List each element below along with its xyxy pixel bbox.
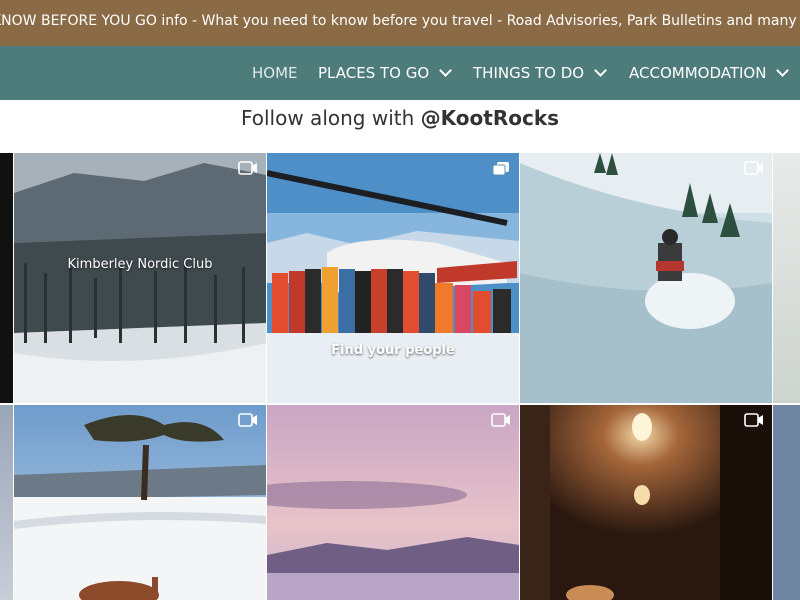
chevron-down-icon xyxy=(439,64,453,77)
instagram-post[interactable] xyxy=(520,405,772,600)
instagram-feed-heading: Follow along with @KootRocks xyxy=(0,106,800,130)
nav-home[interactable]: HOME xyxy=(252,64,298,82)
nav-places-label: PLACES TO GO xyxy=(318,64,430,82)
post-image xyxy=(14,153,266,403)
video-icon xyxy=(744,413,763,427)
nav-places-to-go[interactable]: PLACES TO GO xyxy=(318,64,453,82)
video-icon xyxy=(238,413,257,427)
post-image xyxy=(267,405,519,600)
heading-prefix: Follow along with xyxy=(240,106,421,130)
instagram-feed-grid: Kimberley Nordic Club Find your people xyxy=(0,153,800,600)
instagram-post[interactable] xyxy=(267,405,519,600)
nav-accommodation[interactable]: ACCOMMODATION xyxy=(629,64,790,82)
nav-things-to-do[interactable]: THINGS TO DO xyxy=(473,64,607,82)
chevron-down-icon xyxy=(594,64,607,77)
instagram-post-partial[interactable] xyxy=(0,405,13,600)
post-image xyxy=(267,153,519,403)
instagram-post[interactable]: Kimberley Nordic Club xyxy=(14,153,266,403)
video-icon xyxy=(491,413,510,427)
instagram-post-partial[interactable] xyxy=(0,153,13,403)
nav-accommodation-label: ACCOMMODATION xyxy=(629,64,767,82)
carousel-icon xyxy=(492,162,509,175)
instagram-post-partial[interactable] xyxy=(773,405,800,600)
nav-things-label: THINGS TO DO xyxy=(473,64,585,82)
main-navbar: HOME PLACES TO GO THINGS TO DO ACCOMMODA… xyxy=(0,46,800,100)
instagram-handle-link[interactable]: @KootRocks xyxy=(421,106,559,130)
instagram-post[interactable]: Find your people xyxy=(267,153,519,403)
post-image xyxy=(520,405,772,600)
post-caption: Kimberley Nordic Club xyxy=(67,257,213,272)
video-icon xyxy=(238,161,257,175)
instagram-post[interactable] xyxy=(520,153,772,403)
ticker-text[interactable]: KNOW BEFORE YOU GO info - What you need … xyxy=(0,13,800,29)
post-image xyxy=(14,405,266,600)
chevron-down-icon xyxy=(776,64,790,77)
announcement-ticker[interactable]: KNOW BEFORE YOU GO info - What you need … xyxy=(0,0,800,46)
instagram-post-partial[interactable] xyxy=(773,153,800,403)
post-image xyxy=(520,153,772,403)
post-caption: Find your people xyxy=(331,343,455,358)
video-icon xyxy=(744,161,763,175)
instagram-post[interactable] xyxy=(14,405,266,600)
